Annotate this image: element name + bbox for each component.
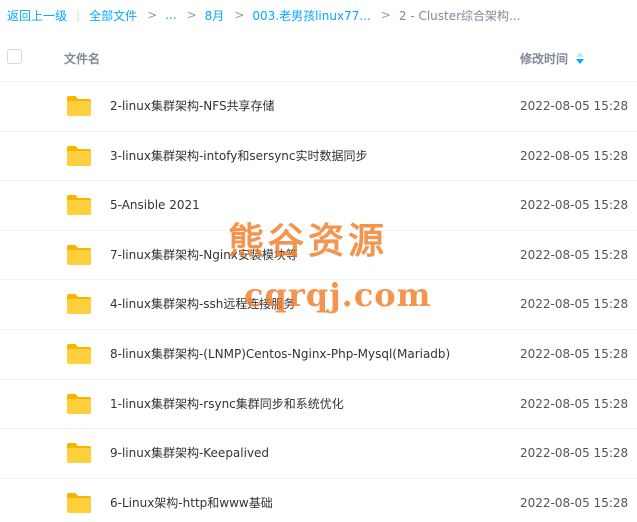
folder-icon — [67, 145, 91, 166]
folder-icon — [67, 443, 91, 464]
sort-desc-icon[interactable] — [576, 52, 584, 64]
file-name[interactable]: 9-linux集群架构-Keepalived — [110, 429, 269, 478]
modified-time: 2022-08-05 15:28 — [520, 148, 629, 163]
file-name[interactable]: 7-linux集群架构-Nginx安装模块等 — [110, 231, 298, 280]
file-row[interactable]: 4-linux集群架构-ssh远程连接服务 2022-08-05 15:28 — [0, 280, 637, 330]
modified-time: 2022-08-05 15:28 — [520, 346, 629, 361]
file-row[interactable]: 7-linux集群架构-Nginx安装模块等 2022-08-05 15:28 — [0, 231, 637, 281]
file-row[interactable]: 9-linux集群架构-Keepalived 2022-08-05 15:28 — [0, 429, 637, 479]
breadcrumb-separator: > — [186, 8, 197, 22]
column-modified-time[interactable]: 修改时间 — [520, 50, 568, 67]
breadcrumb-separator: > — [380, 8, 391, 22]
file-name[interactable]: 2-linux集群架构-NFS共享存储 — [110, 82, 275, 131]
back-link[interactable]: 返回上一级 — [7, 7, 67, 24]
breadcrumb-folder[interactable]: 003.老男孩linux77... — [252, 7, 370, 24]
file-name[interactable]: 6-Linux架构-http和www基础 — [110, 479, 273, 522]
file-row[interactable]: 3-linux集群架构-intofy和sersync实时数据同步 2022-08-… — [0, 132, 637, 182]
file-name[interactable]: 4-linux集群架构-ssh远程连接服务 — [110, 280, 295, 329]
folder-icon — [67, 195, 91, 216]
folder-icon — [67, 343, 91, 364]
breadcrumb-current: 2 - Cluster综合架构... — [398, 8, 521, 23]
file-name[interactable]: 1-linux集群架构-rsync集群同步和系统优化 — [110, 380, 344, 429]
file-row[interactable]: 8-linux集群架构-(LNMP)Centos-Nginx-Php-Mysql… — [0, 330, 637, 380]
breadcrumb-separator: > — [147, 8, 158, 22]
modified-time: 2022-08-05 15:28 — [520, 297, 629, 312]
modified-time: 2022-08-05 15:28 — [520, 99, 629, 113]
modified-time: 2022-08-05 15:28 — [520, 446, 629, 461]
file-list: 2-linux集群架构-NFS共享存储 2022-08-05 15:28 3-lin… — [0, 82, 637, 522]
column-file-name[interactable]: 文件名 — [64, 50, 100, 67]
breadcrumb-month[interactable]: 8月 — [205, 7, 225, 24]
breadcrumb-root[interactable]: 全部文件 — [89, 7, 137, 24]
breadcrumb-divider: | — [76, 8, 81, 22]
file-row[interactable]: 6-Linux架构-http和www基础 2022-08-05 15:28 — [0, 479, 637, 522]
file-list-header: 文件名 修改时间 — [0, 36, 637, 82]
file-name[interactable]: 5-Ansible 2021 — [110, 181, 200, 230]
file-row[interactable]: 1-linux集群架构-rsync集群同步和系统优化 2022-08-05 15:… — [0, 380, 637, 430]
folder-icon — [67, 492, 91, 513]
file-name[interactable]: 8-linux集群架构-(LNMP)Centos-Nginx-Php-Mysql… — [110, 330, 450, 379]
breadcrumb-ellipsis[interactable]: ... — [165, 8, 176, 22]
modified-time: 2022-08-05 15:28 — [520, 396, 629, 411]
folder-icon — [67, 96, 91, 116]
modified-time: 2022-08-05 15:28 — [520, 495, 629, 510]
modified-time: 2022-08-05 15:28 — [520, 198, 629, 213]
breadcrumb-separator: > — [234, 8, 245, 22]
select-all-checkbox[interactable] — [7, 49, 22, 64]
modified-time: 2022-08-05 15:28 — [520, 247, 629, 262]
folder-icon — [67, 294, 91, 315]
file-name[interactable]: 3-linux集群架构-intofy和sersync实时数据同步 — [110, 132, 368, 181]
file-row[interactable]: 2-linux集群架构-NFS共享存储 2022-08-05 15:28 — [0, 82, 637, 132]
breadcrumb: 返回上一级 | 全部文件 > ... > 8月 > 003.老男孩linux77… — [0, 0, 637, 30]
file-row[interactable]: 5-Ansible 2021 2022-08-05 15:28 — [0, 181, 637, 231]
folder-icon — [67, 393, 91, 414]
folder-icon — [67, 244, 91, 265]
